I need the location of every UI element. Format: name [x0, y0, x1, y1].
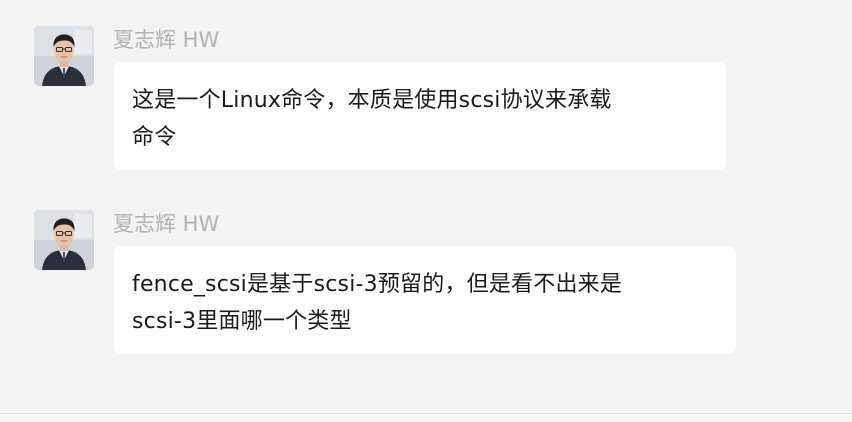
chat-message: 夏志辉 HW fence_scsi是基于scsi-3预留的，但是看不出来是 sc… [0, 210, 852, 355]
avatar[interactable] [34, 210, 94, 270]
avatar[interactable] [34, 26, 94, 86]
input-area[interactable] [0, 414, 852, 422]
message-bubble[interactable]: 这是一个Linux命令，本质是使用scsi协议来承载 命令 [114, 62, 726, 170]
chat-message-list[interactable]: 夏志辉 HW 这是一个Linux命令，本质是使用scsi协议来承载 命令 夏志辉… [0, 0, 852, 413]
sender-name: 夏志辉 HW [113, 212, 220, 236]
sender-name: 夏志辉 HW [113, 28, 220, 52]
message-text: 这是一个Linux命令，本质是使用scsi协议来承载 命令 [132, 88, 612, 150]
user-avatar-icon [34, 210, 94, 270]
message-bubble[interactable]: fence_scsi是基于scsi-3预留的，但是看不出来是 scsi-3里面哪… [114, 246, 736, 354]
message-text: fence_scsi是基于scsi-3预留的，但是看不出来是 scsi-3里面哪… [132, 272, 623, 334]
chat-message: 夏志辉 HW 这是一个Linux命令，本质是使用scsi协议来承载 命令 [0, 26, 852, 171]
user-avatar-icon [34, 26, 94, 86]
